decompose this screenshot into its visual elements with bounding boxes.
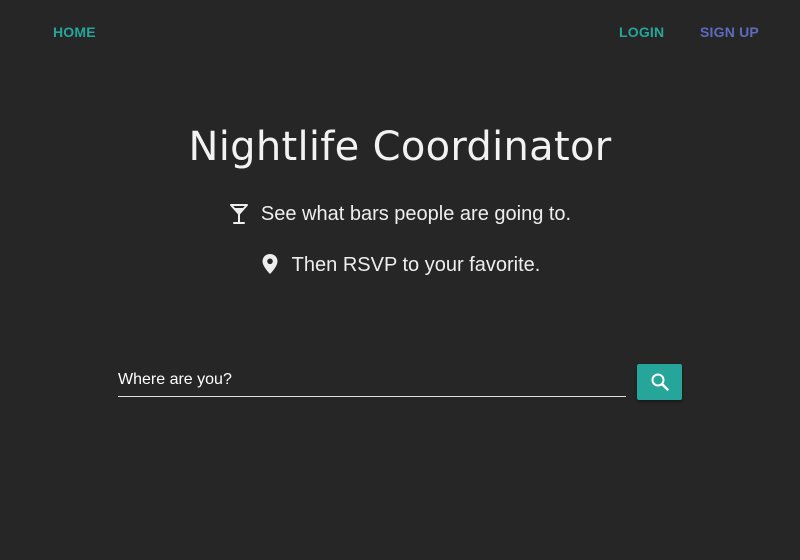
nav-login-link[interactable]: LOGIN xyxy=(619,24,664,40)
nav-home-link[interactable]: HOME xyxy=(53,24,96,40)
feature-text: See what bars people are going to. xyxy=(260,202,572,225)
feature-rsvp: Then RSVP to your favorite. xyxy=(0,253,800,277)
feature-text: Then RSVP to your favorite. xyxy=(291,253,541,276)
map-marker-icon xyxy=(260,253,280,277)
search-icon xyxy=(650,372,670,392)
page-title: Nightlife Coordinator xyxy=(188,124,612,170)
search-input[interactable] xyxy=(118,366,626,394)
feature-bars: See what bars people are going to. xyxy=(0,202,800,226)
martini-glass-icon xyxy=(229,202,249,226)
nav-signup-link[interactable]: SIGN UP xyxy=(700,24,759,40)
search-button[interactable] xyxy=(637,364,682,400)
search-field xyxy=(118,366,626,397)
